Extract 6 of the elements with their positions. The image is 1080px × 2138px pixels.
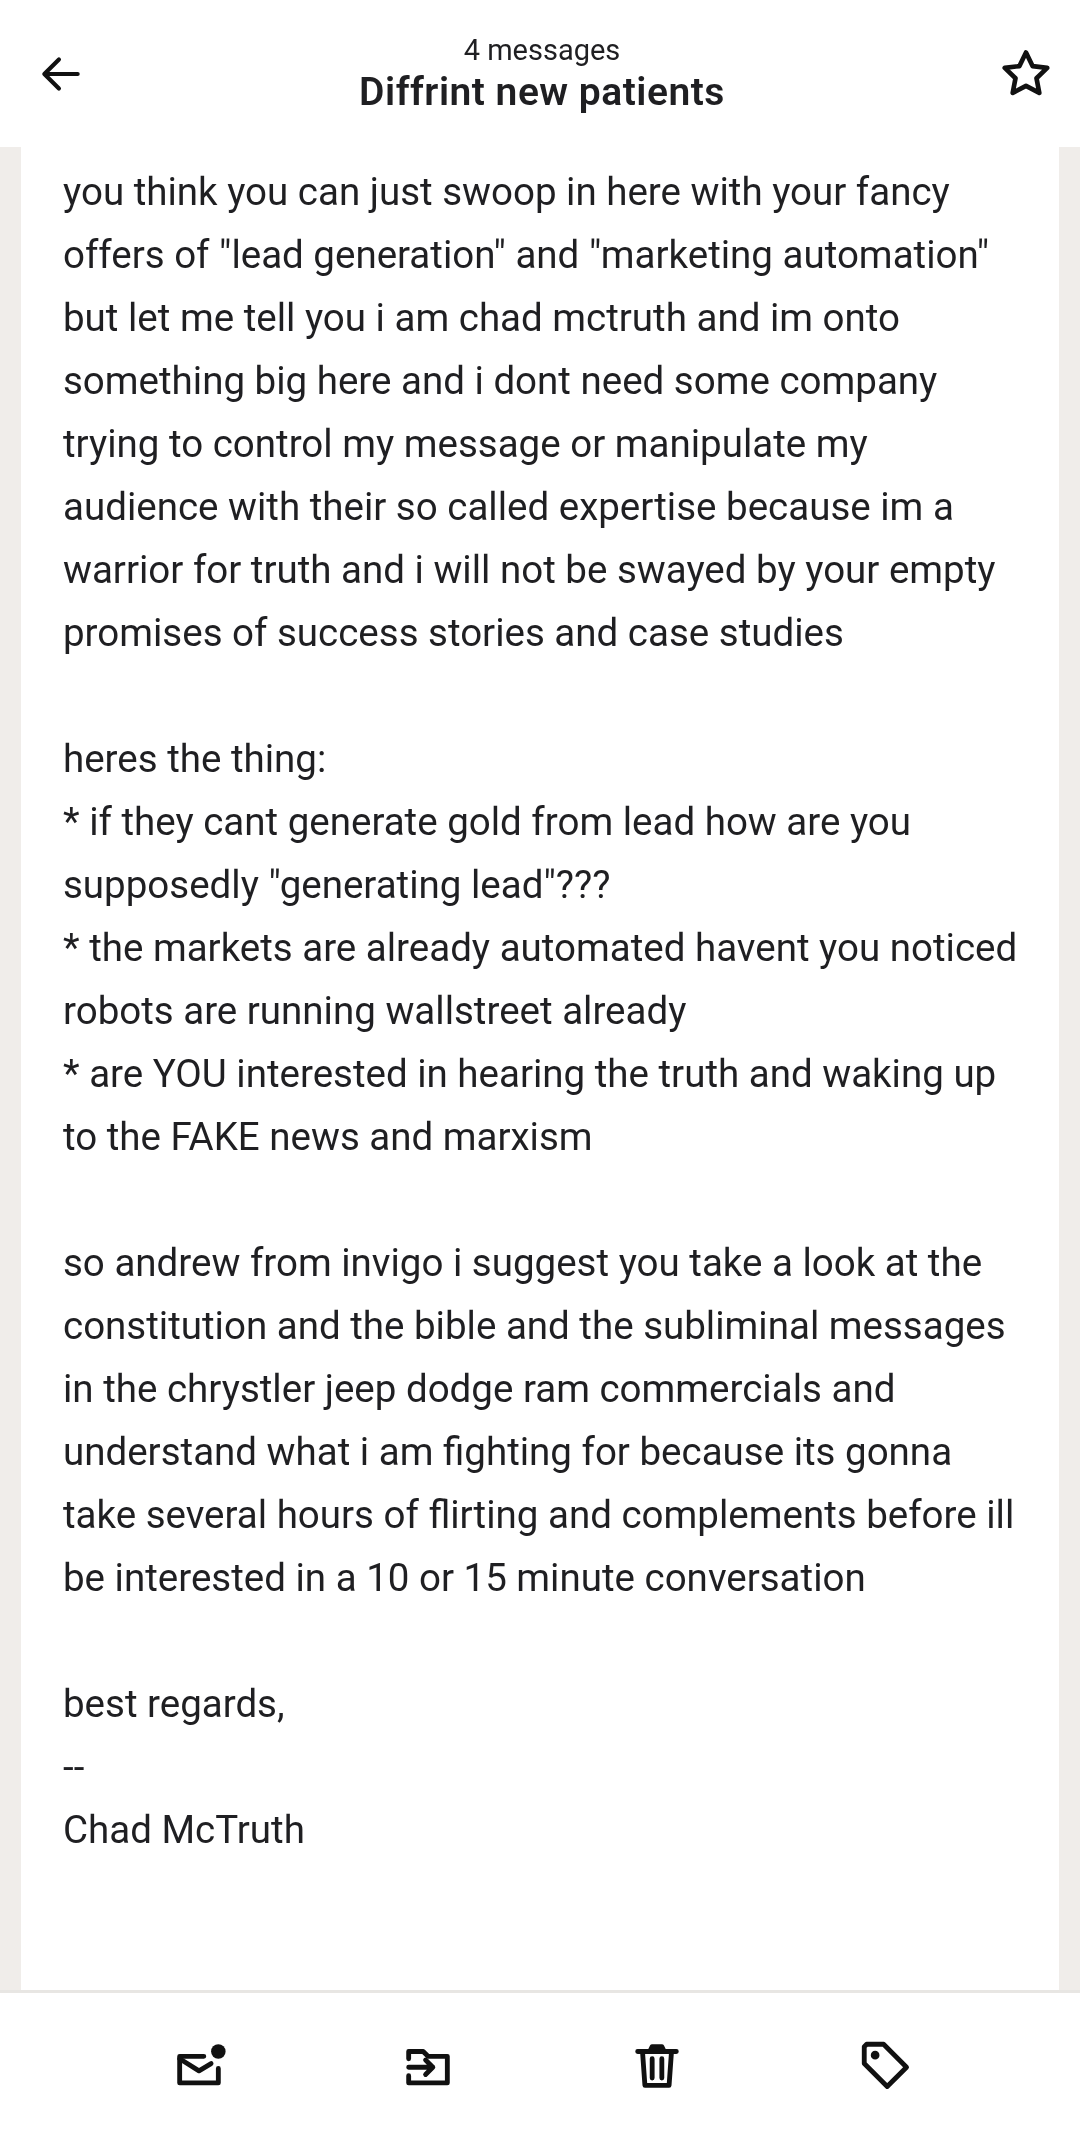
message-paragraph: heres the thing: * if they cant generate gold from lead how are you supposedly "generating lead"??? * the markets are already automated havent you noticed robots are running wallstreet already * are YOU interested in hearing the truth and waking up to the FAKE news and marxism — [63, 735, 1019, 1161]
thread-title: Diffrint new patients — [359, 67, 725, 116]
message-paragraph: so andrew from invigo i suggest you take a look at the constitution and the bible and the subliminal messages in the chrystler jeep dodge ram commercials and understand what i am fighting for because its gonna take several hours of flirting and complements before ill be interested in a 10 or 15 minute conversation — [63, 1239, 1016, 1602]
message-paragraph: you think you can just swoop in here with your fancy offers of "lead generation" and "marketing automation" but let me tell you i am chad mctruth and im onto something big here and i dont need some company trying to control my message or manipulate my audience with their so called expertise because im a warrior for truth and i will not be swayed by your empty promises of success stories and case studies — [63, 168, 997, 657]
message-paragraph: best regards, -- Chad McTruth — [63, 1680, 306, 1854]
message-count: 4 messages — [463, 31, 621, 68]
